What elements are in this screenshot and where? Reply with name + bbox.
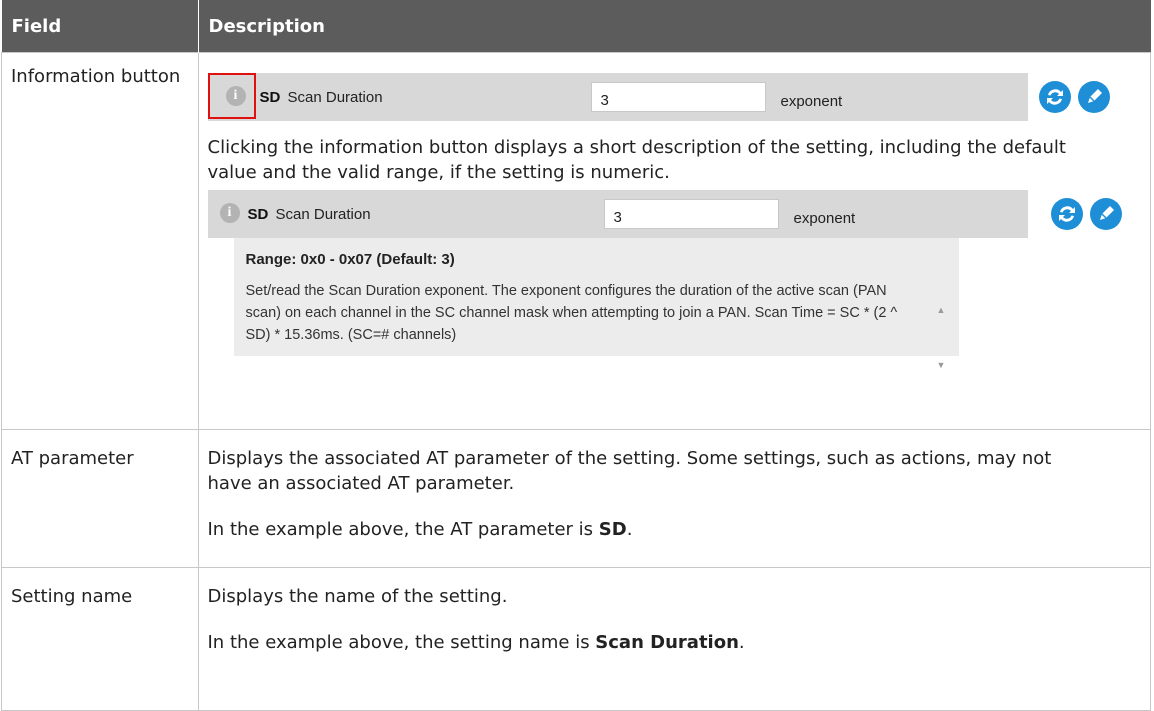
help-text: Set/read the Scan Duration exponent. The… bbox=[245, 283, 898, 343]
description-cell: i SD Scan Duration 3 exponent Clicking t… bbox=[197, 52, 1151, 430]
setting-unit: exponent bbox=[793, 210, 856, 227]
help-range: Range: 0x0 - 0x07 (Default: 3) bbox=[245, 251, 455, 268]
table-row: Information button i SD Scan Duration 3 … bbox=[1, 52, 1151, 430]
field-description-table: Field Description Information button i S… bbox=[1, 0, 1151, 711]
description-cell: Displays the associated AT parameter of … bbox=[197, 429, 1151, 568]
field-cell: AT parameter bbox=[1, 429, 199, 568]
scrollbar[interactable]: ▲ ▼ bbox=[937, 298, 949, 378]
edit-icon[interactable] bbox=[1089, 198, 1122, 230]
description-text: Clicking the information button displays… bbox=[207, 137, 1066, 183]
description-text: Displays the name of the setting. bbox=[207, 586, 508, 607]
example-value: Scan Duration bbox=[595, 632, 739, 653]
header-description: Description bbox=[198, 0, 1151, 53]
at-parameter: SD bbox=[259, 89, 281, 106]
setting-value-input[interactable]: 3 bbox=[590, 82, 766, 112]
info-icon[interactable]: i bbox=[219, 203, 240, 223]
example-text: In the example above, the AT parameter i… bbox=[207, 519, 633, 540]
field-cell: Information button bbox=[1, 52, 199, 430]
setting-bar: i SD Scan Duration 3 exponent bbox=[207, 73, 1110, 121]
field-cell: Setting name bbox=[1, 567, 199, 711]
setting-name: Scan Duration bbox=[275, 206, 371, 223]
table-row: AT parameter Displays the associated AT … bbox=[1, 429, 1151, 568]
scroll-up-icon[interactable]: ▲ bbox=[937, 298, 946, 323]
refresh-icon[interactable] bbox=[1050, 198, 1083, 230]
setting-unit: exponent bbox=[780, 93, 843, 110]
at-parameter: SD bbox=[247, 206, 269, 223]
example-text: In the example above, the setting name i… bbox=[207, 632, 745, 653]
refresh-icon[interactable] bbox=[1038, 81, 1071, 113]
table-row: Setting name Displays the name of the se… bbox=[1, 567, 1151, 711]
header-field: Field bbox=[1, 0, 199, 53]
edit-icon[interactable] bbox=[1077, 81, 1110, 113]
setting-value-input[interactable]: 3 bbox=[603, 199, 779, 229]
table-header-row: Field Description bbox=[1, 0, 1151, 53]
scroll-down-icon[interactable]: ▼ bbox=[937, 353, 946, 378]
help-panel: Range: 0x0 - 0x07 (Default: 3) Set/read … bbox=[233, 238, 959, 370]
setting-name: Scan Duration bbox=[287, 89, 383, 106]
expanded-setting-bar: i SD Scan Duration 3 exponent bbox=[207, 190, 1122, 238]
highlight-box bbox=[207, 73, 256, 119]
example-value: SD bbox=[598, 519, 627, 540]
description-text: Displays the associated AT parameter of … bbox=[207, 448, 1052, 494]
description-cell: Displays the name of the setting. In the… bbox=[197, 567, 1151, 711]
